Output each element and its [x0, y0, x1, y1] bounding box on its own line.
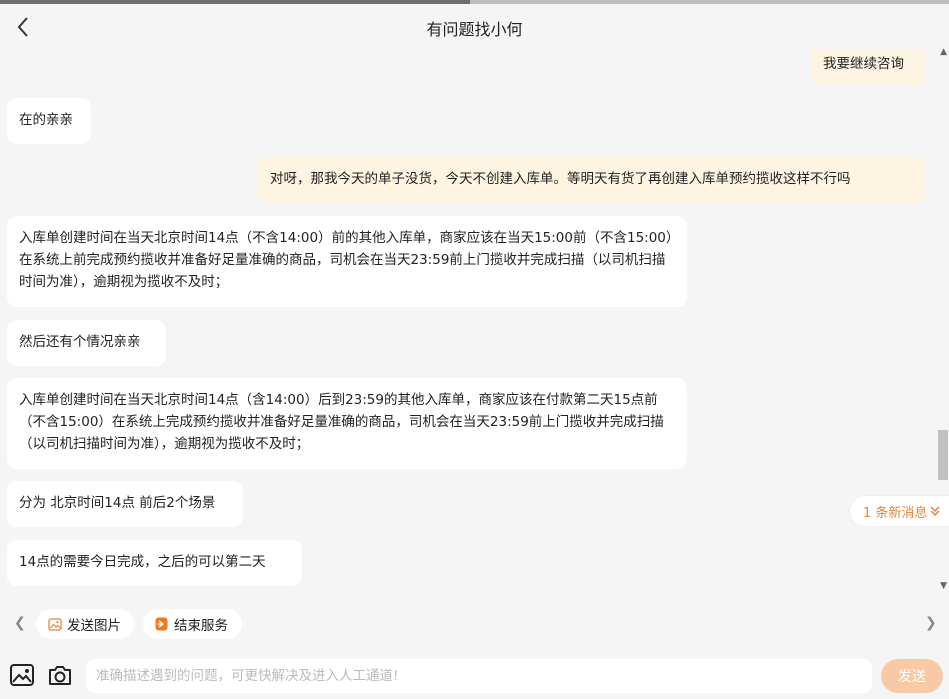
- quick-action-bar: ❮ 发送图片 结束服务 ❯: [0, 597, 949, 649]
- image-icon: [48, 617, 62, 631]
- message-incoming: 分为 北京时间14点 前后2个场景: [7, 481, 243, 527]
- new-message-button[interactable]: 1 条新消息: [849, 495, 949, 527]
- message-input[interactable]: [86, 659, 872, 693]
- page-title: 有问题找小何: [426, 20, 523, 39]
- camera-icon: [49, 666, 71, 685]
- gallery-button[interactable]: [8, 661, 36, 689]
- composer-bar: 发送: [0, 649, 949, 699]
- scroll-down-icon[interactable]: ▼: [940, 581, 947, 591]
- new-message-label: 1 条新消息: [863, 505, 928, 521]
- exit-icon: [155, 617, 168, 631]
- scrollbar-thumb[interactable]: [938, 430, 948, 480]
- send-button[interactable]: 发送: [881, 659, 943, 693]
- message-outgoing: 我要继续咨询: [811, 50, 926, 86]
- message-outgoing: 对呀，那我今天的单子没货，今天不创建入库单。等明天有货了再创建入库单预约揽收这样…: [258, 157, 926, 203]
- quick-actions-next-icon[interactable]: ❯: [925, 615, 937, 631]
- message-incoming: 然后还有个情况亲亲: [7, 320, 166, 366]
- picture-icon: [10, 664, 34, 686]
- message-incoming: 入库单创建时间在当天北京时间14点（不含14:00）前的其他入库单，商家应该在当…: [7, 216, 687, 307]
- send-image-label: 发送图片: [67, 618, 121, 634]
- end-service-button[interactable]: 结束服务: [143, 609, 242, 639]
- camera-button[interactable]: [46, 661, 74, 689]
- send-image-button[interactable]: 发送图片: [36, 609, 134, 639]
- scroll-up-icon[interactable]: ▲: [940, 47, 947, 57]
- quick-actions-prev-icon[interactable]: ❮: [14, 615, 26, 631]
- message-incoming: 在的亲亲: [7, 98, 91, 144]
- chat-header: 有问题找小何: [0, 4, 949, 50]
- message-list[interactable]: 我要继续咨询 在的亲亲 对呀，那我今天的单子没货，今天不创建入库单。等明天有货了…: [0, 50, 949, 597]
- message-incoming: 入库单创建时间在当天北京时间14点（含14:00）后到23:59的其他入库单，商…: [7, 378, 687, 469]
- end-service-label: 结束服务: [174, 618, 228, 634]
- message-incoming: 14点的需要今日完成，之后的可以第二天: [7, 540, 302, 586]
- double-chevron-down-icon: [930, 506, 940, 517]
